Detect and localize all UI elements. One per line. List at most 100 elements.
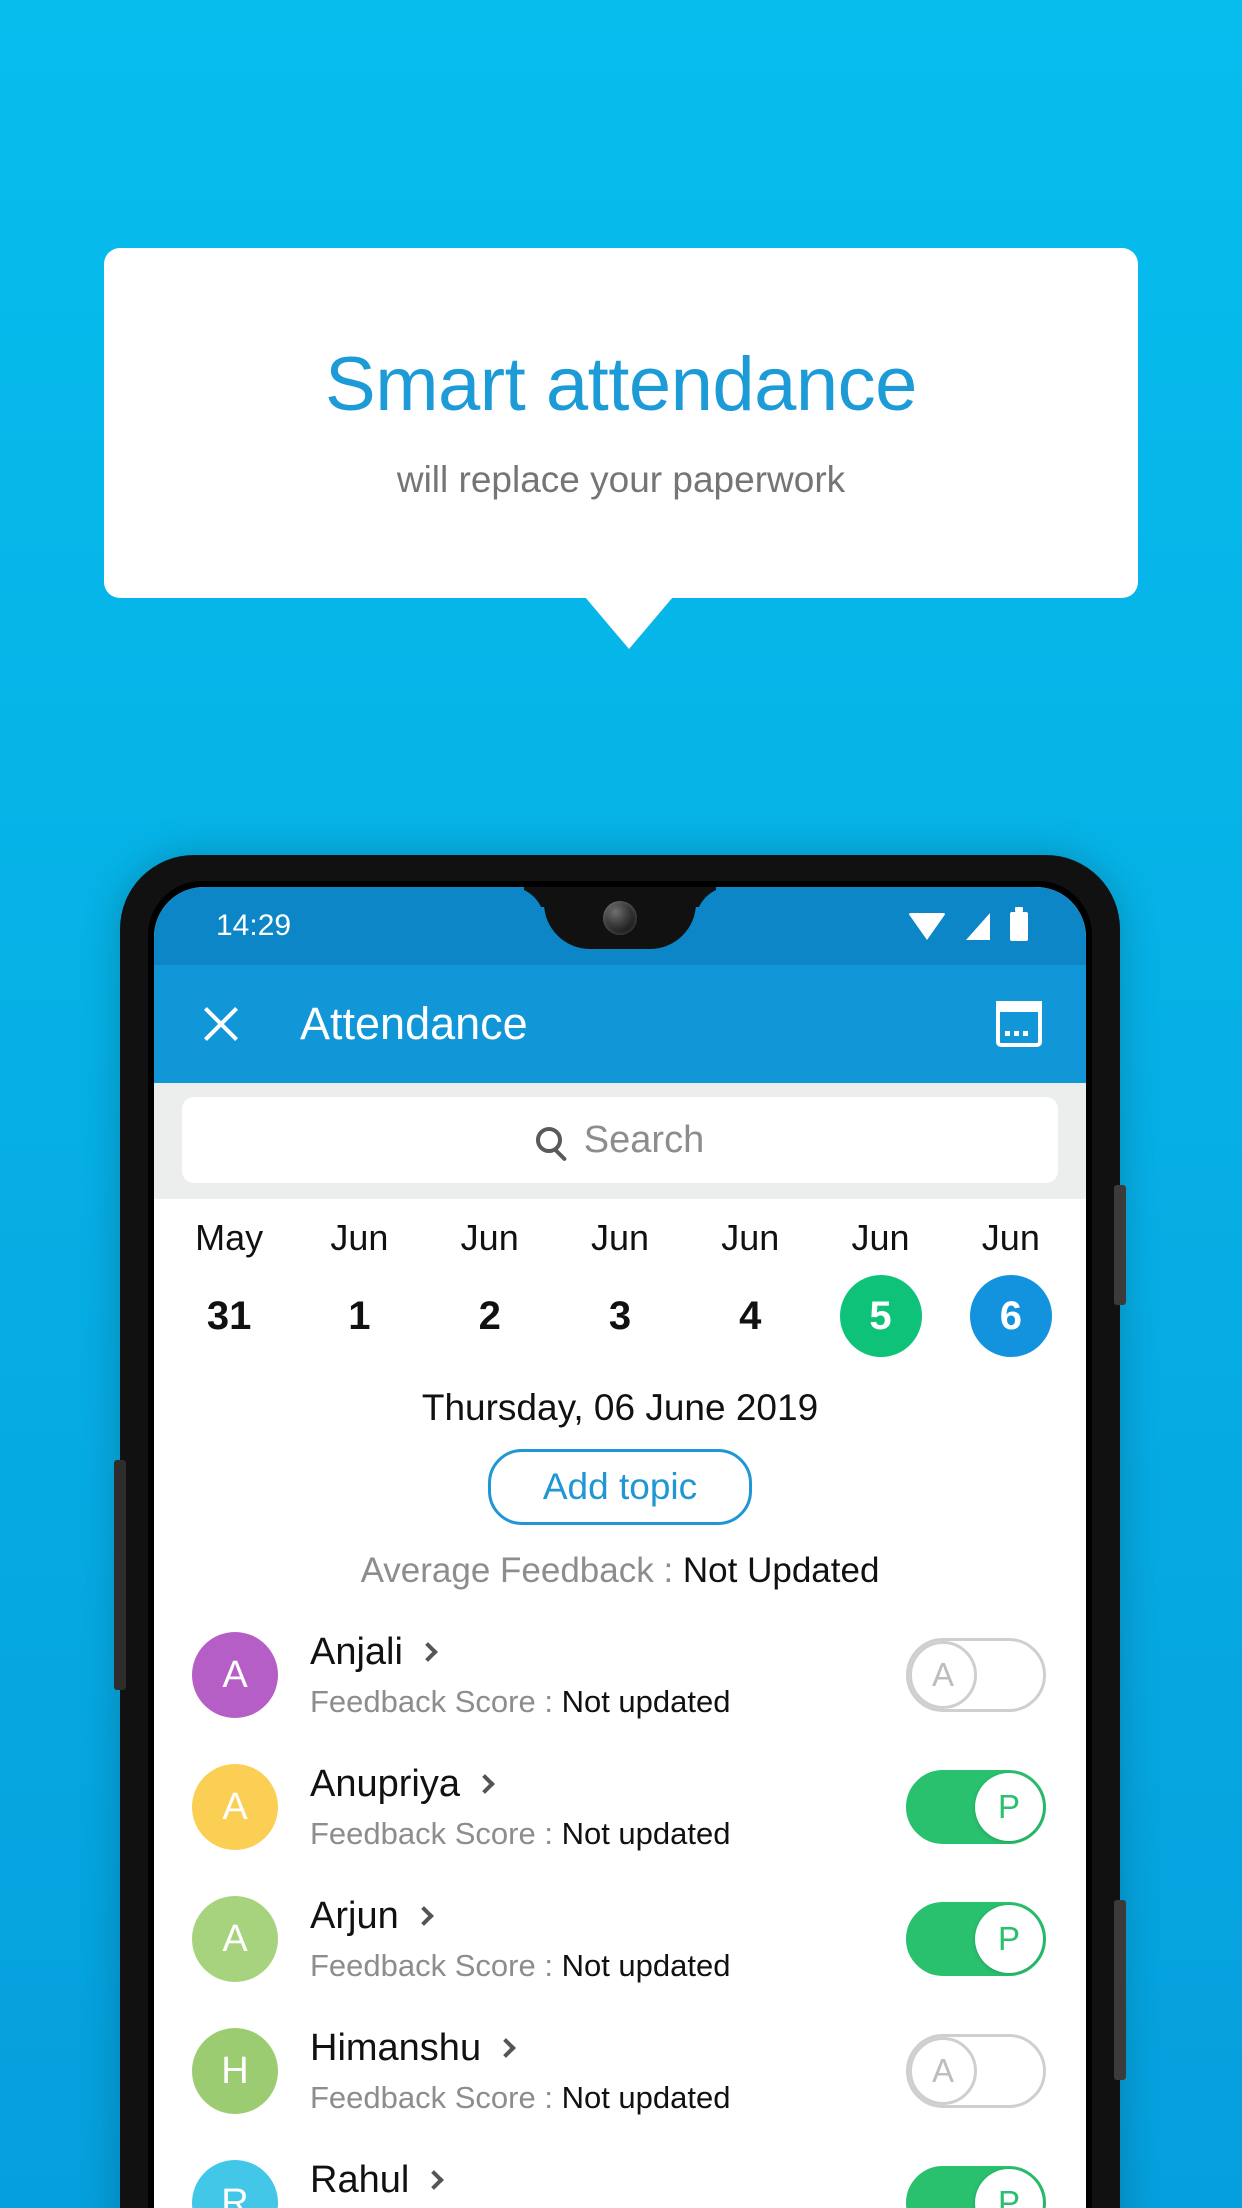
table-row[interactable]: R Rahul Feedback Score : Not updated P xyxy=(154,2137,1086,2208)
phone-volume-button-left[interactable] xyxy=(114,1460,126,1690)
search-icon xyxy=(535,1127,562,1153)
add-topic-container: Add topic xyxy=(154,1449,1086,1525)
feedback-score-row: Feedback Score : Not updated xyxy=(310,1816,906,1852)
attendance-toggle-knob: A xyxy=(909,1641,977,1709)
date-month-label: Jun xyxy=(330,1217,389,1258)
feedback-score-label: Feedback Score : xyxy=(310,1683,562,1719)
student-name-row[interactable]: Himanshu xyxy=(310,2027,906,2070)
student-name-row[interactable]: Anupriya xyxy=(310,1763,906,1806)
feedback-score-label: Feedback Score : xyxy=(310,1947,562,1983)
student-name-row[interactable]: Rahul xyxy=(310,2159,906,2202)
date-month-label: Jun xyxy=(721,1217,780,1258)
attendance-toggle-knob: A xyxy=(909,2037,977,2105)
attendance-toggle[interactable]: A xyxy=(906,2034,1046,2108)
table-row[interactable]: A Anjali Feedback Score : Not updated A xyxy=(154,1609,1086,1741)
date-month-label: May xyxy=(195,1217,264,1258)
avatar: A xyxy=(192,1764,278,1850)
date-day-number: 6 xyxy=(969,1275,1052,1357)
attendance-toggle[interactable]: A xyxy=(906,1638,1046,1712)
table-row[interactable]: H Himanshu Feedback Score : Not updated xyxy=(154,2005,1086,2137)
table-row[interactable]: A Arjun Feedback Score : Not updated P xyxy=(154,1873,1086,2005)
feedback-score-row: Feedback Score : Not updated xyxy=(310,1684,906,1720)
student-name: Anjali xyxy=(310,1630,403,1673)
average-feedback-label: Average Feedback : xyxy=(360,1551,683,1590)
date-month-label: Jun xyxy=(460,1217,519,1258)
date-cell-1[interactable]: Jun 1 xyxy=(294,1217,424,1357)
date-month-label: Jun xyxy=(851,1217,910,1258)
feedback-score-value: Not updated xyxy=(561,1815,731,1851)
phone-notch xyxy=(544,887,696,949)
search-placeholder: Search xyxy=(583,1118,705,1161)
student-name: Arjun xyxy=(310,1894,399,1937)
chevron-right-icon xyxy=(496,2038,516,2058)
student-name: Anupriya xyxy=(310,1762,460,1805)
calendar-icon[interactable] xyxy=(996,1001,1042,1047)
student-info: Anjali Feedback Score : Not updated xyxy=(310,1631,906,1720)
date-strip: May 31 Jun 1 Jun 2 Jun 3 Jun 4 Jun 5 Jun… xyxy=(154,1199,1086,1365)
student-name-row[interactable]: Arjun xyxy=(310,1895,906,1938)
avatar: H xyxy=(192,2028,278,2114)
attendance-toggle-knob: P xyxy=(975,1773,1043,1841)
close-icon[interactable] xyxy=(198,1001,244,1047)
student-list: A Anjali Feedback Score : Not updated A … xyxy=(154,1609,1086,2208)
date-cell-2[interactable]: Jun 2 xyxy=(425,1217,555,1357)
average-feedback-row: Average Feedback : Not Updated xyxy=(154,1551,1086,1591)
promo-screenshot: Smart attendance will replace your paper… xyxy=(0,0,1242,2208)
feedback-score-value: Not updated xyxy=(561,1947,731,1983)
attendance-toggle[interactable]: P xyxy=(906,1902,1046,1976)
date-month-label: Jun xyxy=(590,1217,649,1258)
table-row[interactable]: A Anupriya Feedback Score : Not updated xyxy=(154,1741,1086,1873)
chevron-right-icon xyxy=(418,1642,438,1662)
phone-power-button[interactable] xyxy=(1114,1185,1126,1305)
chevron-right-icon xyxy=(424,2170,445,2190)
attendance-toggle[interactable]: P xyxy=(906,1770,1046,1844)
student-name-row[interactable]: Anjali xyxy=(310,1631,906,1674)
feedback-score-label: Feedback Score : xyxy=(310,1815,562,1851)
page-title: Attendance xyxy=(300,998,528,1049)
date-month-label: Jun xyxy=(981,1217,1040,1258)
attendance-toggle-knob: P xyxy=(975,1905,1043,1973)
chevron-right-icon xyxy=(475,1774,495,1794)
battery-icon xyxy=(1010,906,1028,941)
date-day-number: 5 xyxy=(839,1275,922,1357)
student-name: Himanshu xyxy=(310,2026,482,2069)
search-input[interactable]: Search xyxy=(182,1097,1058,1183)
date-day-number: 31 xyxy=(206,1293,252,1338)
promo-card: Smart attendance will replace your paper… xyxy=(104,248,1138,598)
feedback-score-value: Not updated xyxy=(561,1683,731,1719)
student-info: Rahul Feedback Score : Not updated xyxy=(310,2159,906,2208)
front-camera xyxy=(603,901,637,935)
calendar-icon-dots xyxy=(1005,1031,1028,1036)
date-day-number: 2 xyxy=(478,1293,501,1338)
attendance-toggle-knob: P xyxy=(975,2169,1043,2208)
date-cell-6[interactable]: Jun 6 xyxy=(946,1217,1076,1357)
add-topic-button[interactable]: Add topic xyxy=(487,1449,753,1525)
avatar: A xyxy=(192,1632,278,1718)
phone-bezel: 14:29 Attendance Search May 31 Jun 1 Jun… xyxy=(148,881,1092,2208)
search-bar-container: Search xyxy=(154,1083,1086,1199)
wifi-icon xyxy=(908,912,946,940)
phone-volume-button-right[interactable] xyxy=(1114,1900,1126,2080)
app-bar: Attendance xyxy=(154,965,1086,1083)
selected-date-label: Thursday, 06 June 2019 xyxy=(154,1387,1086,1429)
date-cell-4[interactable]: Jun 4 xyxy=(685,1217,815,1357)
phone-screen: 14:29 Attendance Search May 31 Jun 1 Jun… xyxy=(154,887,1086,2208)
promo-card-tail xyxy=(585,597,673,649)
student-name: Rahul xyxy=(310,2158,410,2201)
date-cell-5[interactable]: Jun 5 xyxy=(815,1217,945,1357)
promo-title: Smart attendance xyxy=(325,342,917,428)
phone-mockup: 14:29 Attendance Search May 31 Jun 1 Jun… xyxy=(114,855,1126,2208)
feedback-score-value: Not updated xyxy=(561,2079,731,2115)
student-info: Himanshu Feedback Score : Not updated xyxy=(310,2027,906,2116)
status-bar-icons xyxy=(908,906,1046,941)
attendance-toggle[interactable]: P xyxy=(906,2166,1046,2208)
date-day-number: 3 xyxy=(608,1293,632,1338)
feedback-score-row: Feedback Score : Not updated xyxy=(310,2080,906,2116)
status-bar: 14:29 xyxy=(154,887,1086,965)
student-info: Arjun Feedback Score : Not updated xyxy=(310,1895,906,1984)
date-cell-3[interactable]: Jun 3 xyxy=(555,1217,685,1357)
date-day-number: 4 xyxy=(739,1293,762,1338)
chevron-right-icon xyxy=(413,1906,434,1926)
date-cell-0[interactable]: May 31 xyxy=(164,1217,294,1357)
feedback-score-label: Feedback Score : xyxy=(310,2079,562,2115)
